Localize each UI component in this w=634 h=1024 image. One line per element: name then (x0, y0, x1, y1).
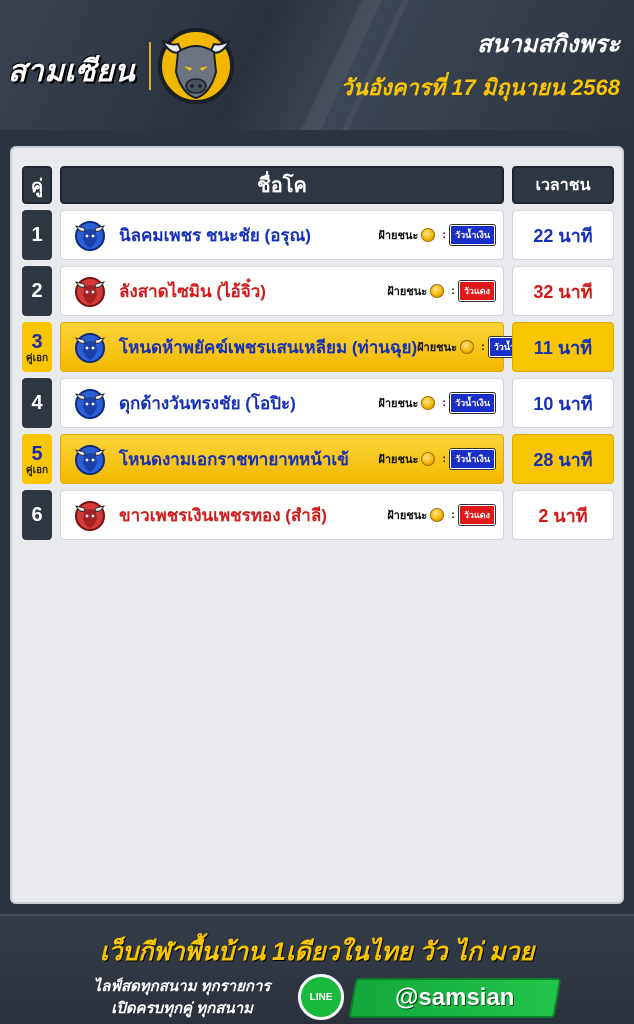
pair-number: 6 (31, 504, 43, 526)
event-date: วันอังคารที่ 17 มิถุนายน 2568 (340, 75, 620, 100)
pair-number-cell: 2 (22, 266, 52, 316)
pair-number-cell: 1 (22, 210, 52, 260)
fighter-name: ลังสาดไซมิน (ไอ้จิ๋ว) (119, 281, 266, 301)
table-row: 3 คู่เอก โหนดห้าพยัคฆ์เพชรแสนเหลียม (ท่านฉ… (12, 322, 626, 372)
coin-icon (421, 396, 436, 410)
blue-bull-icon (73, 330, 107, 364)
fighter-name: โหนดห้าพยัคฆ์เพชรแสนเหลียม (ท่านฉุย) (119, 337, 418, 357)
winner-label: ฝ้ายชนะ (378, 398, 419, 410)
line-handle-button[interactable]: @samsian (348, 978, 562, 1018)
fight-duration: 2 นาที (512, 490, 614, 540)
fighter-name-cell: ดุกด้างวันทรงชัย (โอปิะ) ฝ้ายชนะ: วัวน้ำเง… (60, 378, 504, 428)
winner-info: ฝ้ายชนะ:วัวน้ำเงิน (378, 225, 495, 245)
winning-side-badge: วัวน้ำเงิน (450, 393, 495, 413)
brand-name: สามเซียน (8, 55, 136, 88)
winner-info: ฝ้ายชนะ: วัวแดง (387, 281, 495, 301)
coin-icon (421, 452, 436, 466)
coin-icon (421, 228, 436, 242)
blue-bull-icon (73, 442, 107, 476)
fight-duration: 10 นาที (512, 378, 614, 428)
fight-duration: 32 นาที (512, 266, 614, 316)
table-row: 1 นิลคมเพชร ชนะชัย (อรุณ) ฝ้ายชนะ: วัวน้ำเง… (12, 210, 626, 260)
winner-colon: : (442, 397, 447, 409)
table-row: 5 คู่เอก โหนดงามเอกราชทายาทหน้าเข้ ฝ้ายชนะ:… (12, 434, 626, 484)
brand-divider (149, 42, 151, 90)
pair-number: 3 (31, 330, 43, 353)
pair-number-cell: 4 (22, 378, 52, 428)
winning-side-badge: วัวแดง (458, 281, 495, 301)
red-bull-icon (73, 274, 107, 308)
fighter-name-cell: นิลคมเพชร ชนะชัย (อรุณ) ฝ้ายชนะ: วัวน้ำเงิ… (60, 210, 504, 260)
winning-side-badge: วัวน้ำเงิน (450, 449, 495, 469)
column-header-time: เวลาชน (512, 166, 614, 204)
winner-label: ฝ้ายชนะ (417, 342, 458, 354)
winner-colon: : (451, 285, 455, 297)
fighter-name: นิลคมเพชร ชนะชัย (อรุณ) (119, 225, 311, 245)
fighter-name-cell: โหนดงามเอกราชทายาทหน้าเข้ ฝ้ายชนะ: วัวน้ำเ… (60, 434, 504, 484)
coin-icon (430, 284, 445, 298)
fighter-name-cell: ลังสาดไซมิน (ไอ้จิ๋ว) ฝ้ายชนะ: วัวแดง (60, 266, 504, 316)
pair-number: 2 (31, 280, 43, 302)
blue-bull-icon (73, 386, 107, 420)
column-header-pair: คู่ (22, 166, 52, 204)
footer-tagline: เว็บกีฬาพื้นบ้าน 1เดียวในไทย วัว ไก่ มวย (99, 938, 535, 966)
fighter-name-cell: ขาวเพชรเงินเพชรทอง (สำลี) ฝ้ายชนะ: วัวแดง (60, 490, 504, 540)
winner-label: ฝ้ายชนะ (387, 510, 428, 522)
pair-number: 4 (31, 392, 43, 414)
winner-info: ฝ้ายชนะ: วัวแดง (387, 505, 495, 525)
header: สามเซียน สนามสกิงพระ วันอังคารที่ 17 มิถ… (0, 0, 634, 130)
red-bull-icon (73, 498, 107, 532)
column-header-name: ชื่อโค (60, 166, 504, 204)
pair-number-cell: 3 คู่เอก (22, 322, 52, 372)
main-event-tag: คู่เอก (25, 464, 49, 476)
fighter-name: ขาวเพชรเงินเพชรทอง (สำลี) (119, 505, 327, 525)
winner-label: ฝ้ายชนะ (387, 286, 428, 298)
line-app-icon[interactable]: LINE (298, 974, 344, 1020)
table-row: 4 ดุกด้างวันทรงชัย (โอปิะ) ฝ้ายชนะ: วัวน้ำเ… (12, 378, 626, 428)
table-row: 6 ขาวเพชรเงินเพชรทอง (สำลี) ฝ้ายชนะ: วัวแดง… (12, 490, 626, 540)
winning-side-badge: วัวน้ำเงิน (450, 225, 495, 245)
pair-number: 1 (31, 224, 43, 246)
winner-colon: : (451, 509, 455, 521)
fight-duration: 28 นาที (512, 434, 614, 484)
winning-side-badge: วัวแดง (458, 505, 495, 525)
blue-bull-icon (73, 218, 107, 252)
fighter-name-cell: โหนดห้าพยัคฆ์เพชรแสนเหลียม (ท่านฉุย) ฝ้าย… (60, 322, 534, 372)
main-event-tag: คู่เอก (25, 352, 49, 364)
winner-label: ฝ้ายชนะ (378, 454, 419, 466)
footer: เว็บกีฬาพื้นบ้าน 1เดียวในไทย วัว ไก่ มวย… (0, 914, 634, 1024)
venue-name: สนามสกิงพระ (477, 31, 620, 58)
footer-subtext-all: เปิดครบทุกคู่ ทุกสนาม (111, 1000, 253, 1017)
pair-number-cell: 6 (22, 490, 52, 540)
bull-logo-icon (158, 28, 234, 104)
winner-colon: : (481, 341, 485, 353)
winner-colon: : (442, 229, 447, 241)
table-row: 2 ลังสาดไซมิน (ไอ้จิ๋ว) ฝ้ายชนะ: วัวแดง 32 น… (12, 266, 626, 316)
line-icon-label: LINE (309, 991, 333, 1003)
winner-info: ฝ้ายชนะ:วัวน้ำเงิน (378, 393, 495, 413)
fight-duration: 11 นาที (512, 322, 614, 372)
pair-number-cell: 5 คู่เอก (22, 434, 52, 484)
line-handle-text: @samsian (395, 984, 515, 1011)
pair-number: 5 (31, 442, 43, 465)
fight-table-panel: คู่ ชื่อโค เวลาชน 1 นิลคมเพชร ชนะชัย (อรุ… (10, 146, 624, 904)
coin-icon (460, 340, 475, 354)
winner-label: ฝ้ายชนะ (378, 230, 419, 242)
winner-colon: : (442, 453, 447, 465)
footer-subtext-live: ไลฟ์สดทุกสนาม ทุกรายการ (93, 978, 271, 995)
fight-duration: 22 นาที (512, 210, 614, 260)
winner-info: ฝ้ายชนะ:วัวน้ำเงิน (378, 449, 495, 469)
coin-icon (430, 508, 445, 522)
fighter-name: โหนดงามเอกราชทายาทหน้าเข้ (119, 449, 349, 469)
fighter-name: ดุกด้างวันทรงชัย (โอปิะ) (119, 393, 296, 413)
